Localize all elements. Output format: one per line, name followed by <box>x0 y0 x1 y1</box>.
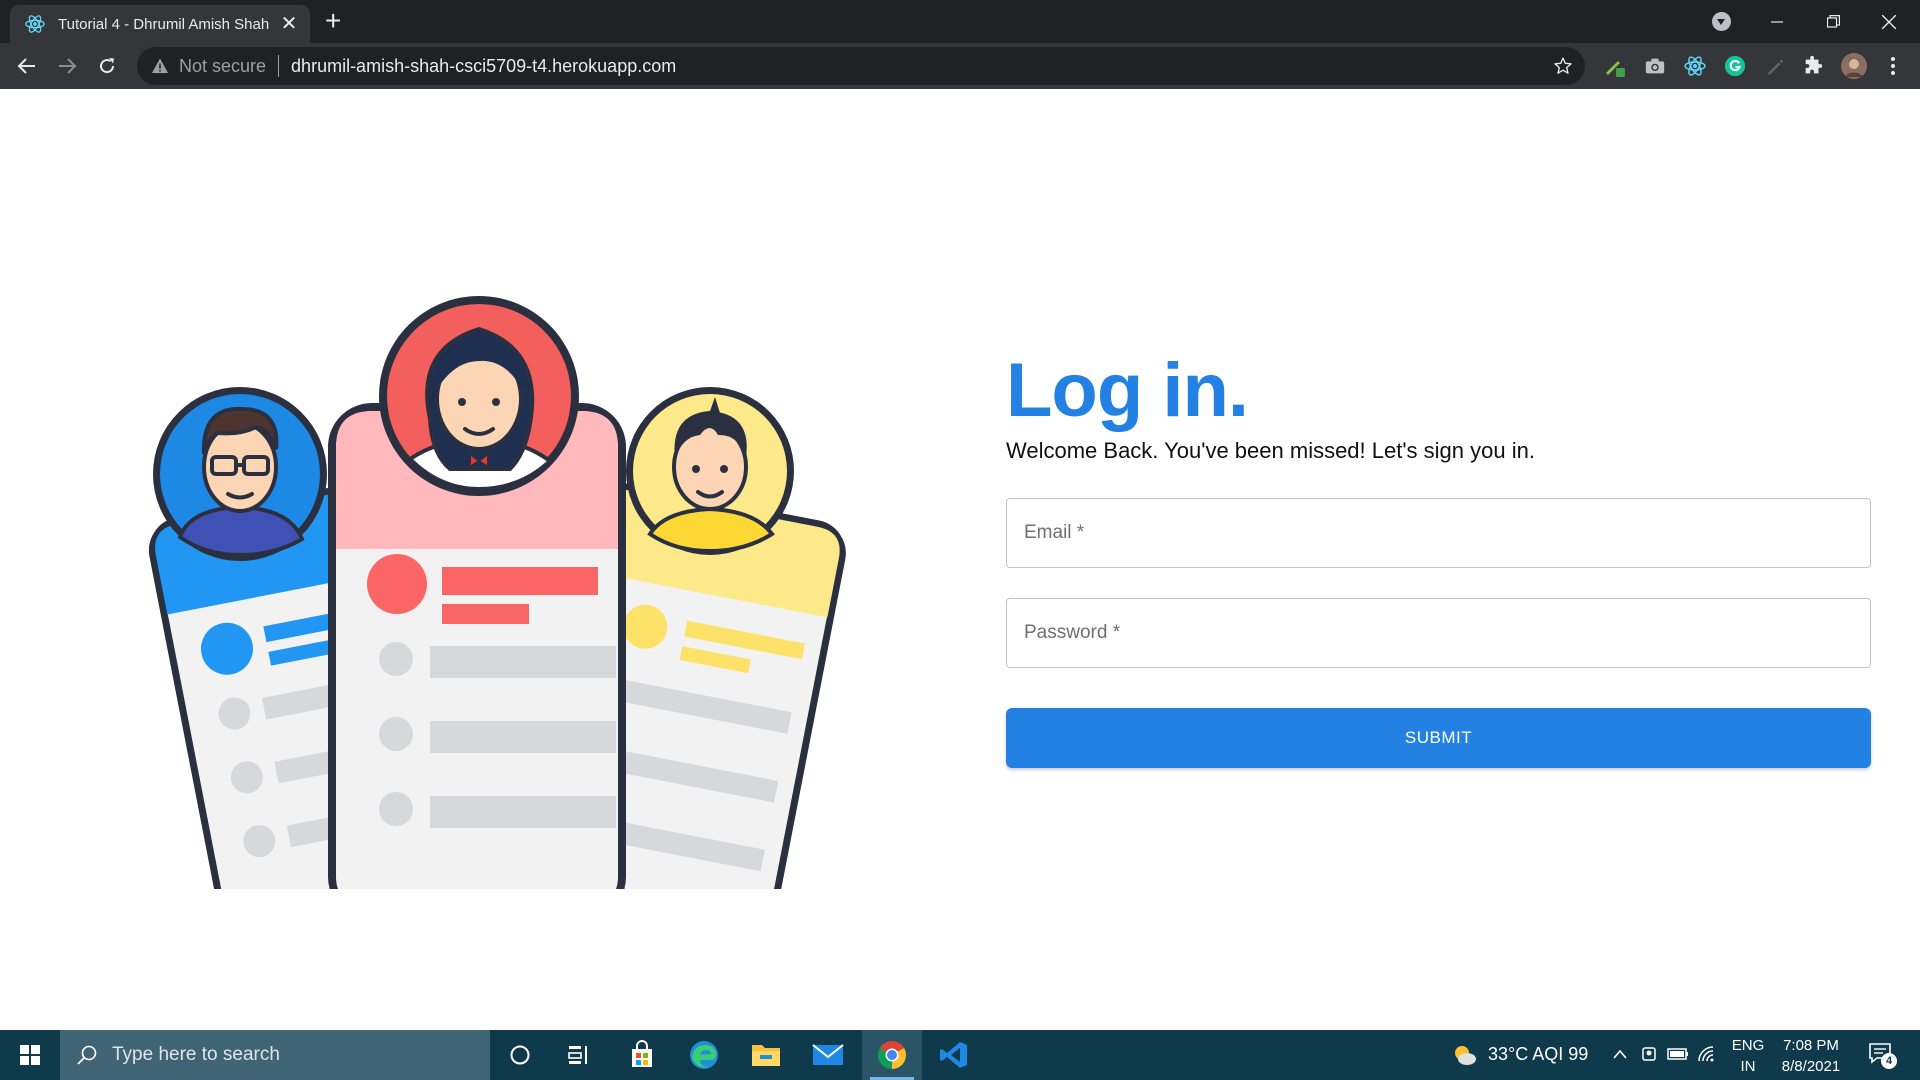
file-explorer-icon[interactable] <box>736 1030 796 1080</box>
login-panel: Log in. Welcome Back. You've been missed… <box>1006 346 1873 768</box>
reload-button[interactable] <box>92 51 122 81</box>
battery-icon[interactable] <box>1667 1047 1689 1061</box>
chevron-up-icon[interactable] <box>1612 1048 1628 1060</box>
security-label[interactable]: Not secure <box>179 56 266 77</box>
notification-center-icon[interactable]: 4 <box>1866 1040 1897 1070</box>
region-code: IN <box>1740 1058 1756 1075</box>
mail-icon[interactable] <box>798 1030 858 1080</box>
windows-start-icon[interactable] <box>0 1030 60 1080</box>
pen-extension-icon[interactable] <box>1603 54 1627 78</box>
minimize-button[interactable] <box>1749 0 1805 43</box>
vscode-icon[interactable] <box>924 1030 984 1080</box>
weather-icon[interactable] <box>1452 1043 1478 1067</box>
camera-extension-icon[interactable] <box>1643 54 1667 78</box>
profile-avatar[interactable] <box>1841 53 1867 79</box>
extensions-puzzle-icon[interactable] <box>1801 54 1825 78</box>
browser-menu-icon[interactable] <box>1881 54 1905 78</box>
tab-search-icon[interactable] <box>1712 12 1731 31</box>
url-text[interactable]: dhrumil-amish-shah-csci5709-t4.herokuapp… <box>291 56 676 77</box>
email-input[interactable] <box>1007 499 1870 567</box>
language-indicator[interactable]: ENG IN <box>1726 1035 1770 1077</box>
back-button[interactable] <box>12 51 42 81</box>
browser-tab-bar: Tutorial 4 - Dhrumil Amish Shah ✕ + <box>0 0 1920 43</box>
female-avatar <box>379 296 579 496</box>
bookmark-star-icon[interactable] <box>1553 56 1573 76</box>
react-devtools-icon[interactable] <box>1683 54 1707 78</box>
disabled-pen-extension-icon[interactable] <box>1763 54 1787 78</box>
tab-close-icon[interactable]: ✕ <box>278 13 300 35</box>
login-heading: Log in. <box>1006 348 1249 433</box>
close-window-button[interactable] <box>1861 0 1917 43</box>
grammarly-icon[interactable] <box>1723 54 1747 78</box>
warning-icon[interactable] <box>151 57 169 75</box>
page-content: Log in. Welcome Back. You've been missed… <box>0 89 1920 1030</box>
windows-taskbar: Type here to search 33°C AQI 99 ENG IN 7… <box>0 1030 1920 1080</box>
taskbar-search-box[interactable]: Type here to search <box>60 1030 490 1080</box>
edge-icon[interactable] <box>674 1030 734 1080</box>
search-placeholder: Type here to search <box>112 1044 280 1065</box>
forward-button[interactable] <box>52 51 82 81</box>
user-cards-illustration <box>148 296 846 889</box>
meet-now-icon[interactable] <box>1641 1044 1659 1064</box>
male-glasses-avatar <box>153 387 327 561</box>
clock-date: 8/8/2021 <box>1781 1058 1841 1075</box>
browser-tab[interactable]: Tutorial 4 - Dhrumil Amish Shah ✕ <box>10 5 310 43</box>
notification-count: 4 <box>1881 1053 1897 1069</box>
restore-button[interactable] <box>1805 0 1861 43</box>
email-field[interactable] <box>1006 498 1871 568</box>
store-icon[interactable] <box>612 1030 672 1080</box>
new-tab-button[interactable]: + <box>325 7 341 35</box>
language-code: ENG <box>1731 1037 1765 1054</box>
react-icon <box>25 15 45 33</box>
login-subtitle: Welcome Back. You've been missed! Let's … <box>1006 438 1535 463</box>
submit-button[interactable]: SUBMIT <box>1006 708 1871 768</box>
address-bar[interactable]: Not secure dhrumil-amish-shah-csci5709-t… <box>137 47 1585 85</box>
browser-toolbar: Not secure dhrumil-amish-shah-csci5709-t… <box>0 43 1920 89</box>
tab-title: Tutorial 4 - Dhrumil Amish Shah <box>58 15 270 33</box>
search-icon <box>77 1045 97 1065</box>
clock-time: 7:08 PM <box>1783 1037 1839 1054</box>
weather-text[interactable]: 33°C AQI 99 <box>1488 1044 1588 1065</box>
task-view-icon[interactable] <box>550 1030 610 1080</box>
wifi-icon[interactable] <box>1697 1045 1717 1063</box>
password-field[interactable] <box>1006 598 1871 668</box>
male-avatar <box>626 387 794 555</box>
cortana-icon[interactable] <box>490 1030 550 1080</box>
chrome-icon[interactable] <box>862 1030 922 1080</box>
password-input[interactable] <box>1007 599 1870 667</box>
divider <box>278 55 280 77</box>
system-clock[interactable]: 7:08 PM 8/8/2021 <box>1766 1035 1856 1077</box>
